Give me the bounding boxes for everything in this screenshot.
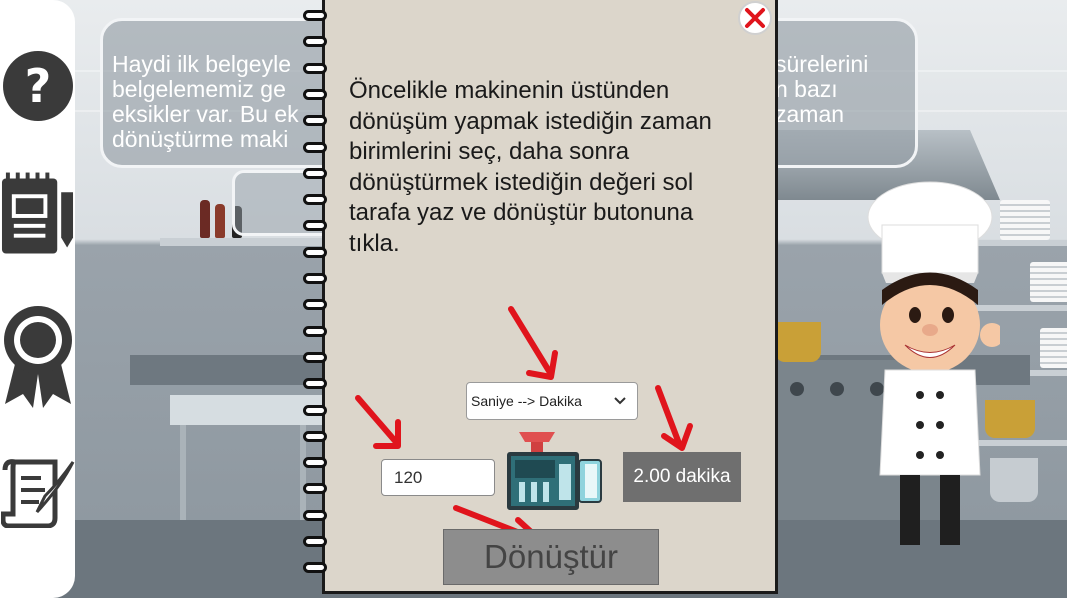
scroll-icon (0, 459, 74, 528)
unit-select-value: Saniye --> Dakika (471, 393, 582, 409)
notebook-ring (303, 141, 327, 153)
notebook-ring (303, 378, 327, 390)
notebook-ring (303, 273, 327, 284)
help-button[interactable]: ? (0, 50, 75, 122)
close-button[interactable] (738, 1, 772, 35)
notebook-ring (303, 351, 327, 363)
notebook-ring (303, 483, 327, 495)
notebook-ring (303, 325, 327, 337)
notebook-ring (303, 194, 327, 206)
close-icon (745, 8, 765, 28)
svg-text:?: ? (24, 59, 51, 113)
scroll-button[interactable] (0, 456, 75, 528)
result-display: 2.00 dakika (623, 452, 741, 502)
notebook-ring (303, 62, 327, 74)
notebook-ring (303, 36, 327, 48)
notebook-ring (303, 220, 327, 232)
notebook-ring (303, 457, 327, 469)
sidebar: ? (0, 0, 75, 598)
notebook-ring (303, 536, 327, 547)
convert-button[interactable]: Dönüştür (443, 529, 659, 585)
notebook-ring (303, 167, 327, 179)
instruction-text: Öncelikle makinenin üstünden dönüşüm yap… (349, 77, 712, 257)
notebook-button[interactable] (0, 172, 75, 256)
notebook-ring (303, 562, 327, 574)
help-icon: ? (2, 51, 73, 121)
notebook-ring (303, 509, 327, 521)
notebook-ring (303, 88, 327, 100)
hint-arrow-select (508, 306, 558, 380)
chevron-down-icon (614, 397, 626, 405)
notebook-ring (303, 404, 327, 416)
hint-arrow-output (655, 385, 693, 451)
unit-select[interactable]: Saniye --> Dakika (466, 382, 638, 420)
notebook-ring (303, 10, 327, 21)
achievements-button[interactable] (0, 304, 75, 408)
converter-machine-icon (507, 432, 602, 510)
notebook-rings (303, 0, 343, 598)
notebook-icon (1, 172, 74, 254)
chef-character (867, 181, 1000, 545)
badge-icon (3, 306, 72, 408)
notebook-ring (303, 430, 327, 442)
value-input[interactable]: 120 (381, 459, 495, 496)
notebook-ring (303, 115, 327, 127)
notebook-ring (303, 246, 327, 258)
speech-bubble-text-right: sürelerini n bazı zaman (775, 51, 869, 127)
speech-bubble-text: Haydi ilk belgeyle belgelememiz ge eksik… (112, 51, 299, 152)
hint-arrow-input (355, 395, 401, 449)
notebook-ring (303, 299, 327, 311)
